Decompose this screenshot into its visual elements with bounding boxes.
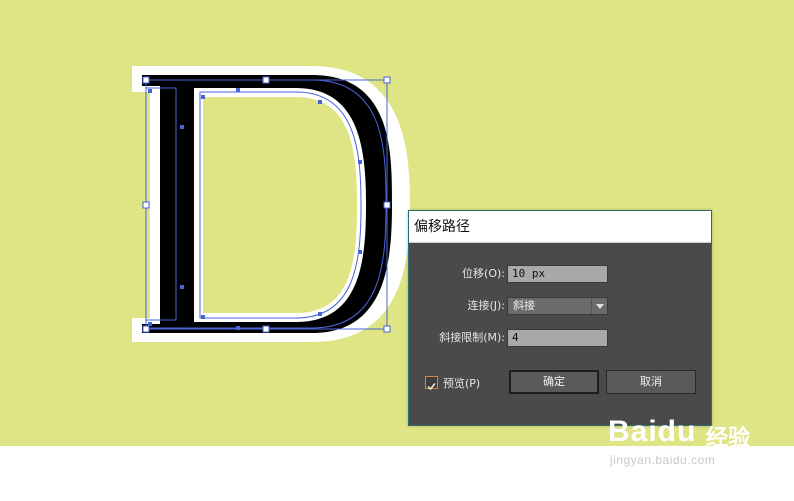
miter-limit-label: 斜接限制(M):	[439, 331, 505, 344]
offset-label: 位移(O):	[462, 267, 505, 280]
ok-button[interactable]: 确定	[509, 370, 599, 394]
dialog-title: 偏移路径	[409, 211, 711, 243]
baidu-jingyan-watermark: Baidu 经验 jingyan.baidu.com	[608, 415, 768, 467]
chevron-down-icon[interactable]	[591, 298, 607, 314]
watermark-cn: 经验	[706, 426, 751, 451]
preview-label[interactable]: 预览(P)	[443, 375, 480, 391]
cancel-button[interactable]: 取消	[606, 370, 696, 394]
miter-limit-input[interactable]: 4	[507, 329, 608, 347]
joins-select-value: 斜接	[513, 299, 535, 312]
offset-path-dialog: 偏移路径 位移(O): 10 px 连接(J): 斜接 斜接限制(M): 4 预…	[408, 210, 712, 426]
offset-input[interactable]: 10 px	[507, 265, 608, 283]
watermark-brand: Baidu	[608, 415, 697, 448]
checkmark-icon	[427, 383, 436, 391]
preview-checkbox[interactable]	[425, 376, 438, 391]
watermark-url: jingyan.baidu.com	[610, 453, 716, 467]
joins-label: 连接(J):	[467, 299, 505, 312]
letter-d-counter	[203, 97, 357, 313]
joins-select[interactable]: 斜接	[507, 297, 608, 315]
